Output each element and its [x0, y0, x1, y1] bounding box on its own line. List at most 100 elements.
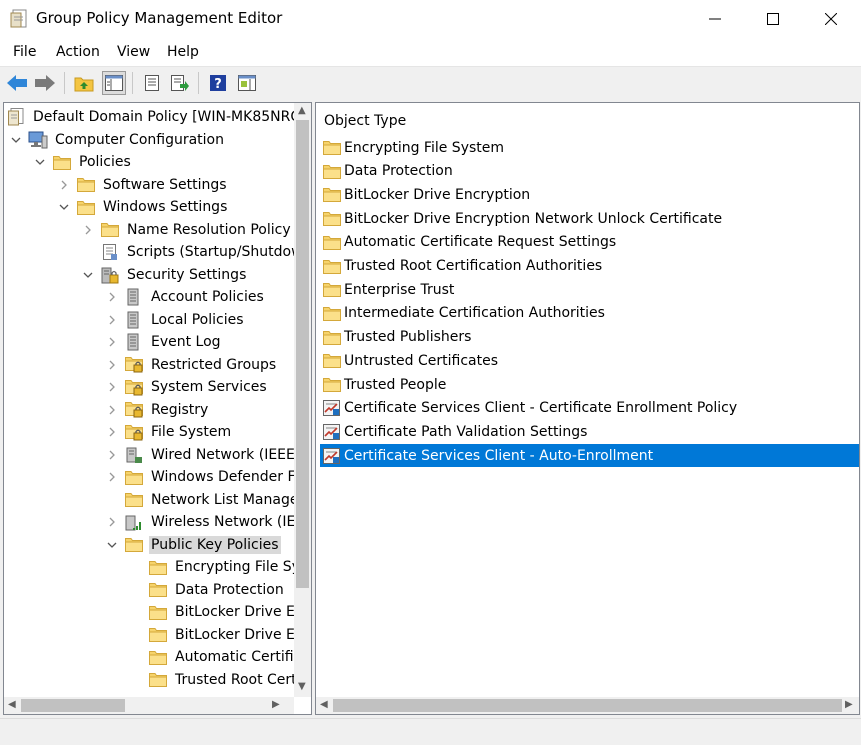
scroll-down-icon[interactable]: ▼ [298, 681, 306, 692]
list-item-enterprise-trust[interactable]: Enterprise Trust [320, 278, 859, 301]
up-folder-icon[interactable] [72, 71, 96, 95]
list-item-trusted-publishers[interactable]: Trusted Publishers [320, 326, 859, 349]
tree-item-label: Policies [79, 154, 131, 170]
list-horizontal-scrollbar[interactable]: ◀ ▶ [316, 697, 859, 714]
chevron-right-icon[interactable] [106, 381, 118, 393]
chevron-down-icon[interactable] [106, 539, 118, 551]
tree-item-wireless-network-iee[interactable]: Wireless Network (IEE [106, 511, 306, 533]
menu-view[interactable]: View [117, 44, 150, 60]
tree-item-encrypting-file-sy[interactable]: Encrypting File Sy [130, 556, 302, 578]
folder-icon [322, 304, 342, 322]
tree-horizontal-scrollbar[interactable]: ◀ ▶ [4, 697, 294, 714]
tree-item-windows-defender-f[interactable]: Windows Defender F [106, 466, 298, 488]
maximize-button[interactable] [744, 0, 802, 38]
properties-icon[interactable] [140, 71, 164, 95]
server-icon [124, 311, 144, 329]
console-tree[interactable]: Default Domain Policy [WIN-MK85NRQ Comput… [3, 102, 312, 715]
minimize-button[interactable] [686, 0, 744, 38]
tree-item-label: Local Policies [151, 311, 244, 328]
show-action-pane-icon[interactable] [235, 71, 259, 95]
folder-icon [148, 603, 168, 621]
tree-horizontal-scroll-thumb[interactable] [21, 699, 125, 712]
list-horizontal-scroll-thumb[interactable] [333, 699, 842, 712]
tree-item-security-settings[interactable]: Security Settings [82, 264, 248, 286]
tree-item-restricted-groups[interactable]: Restricted Groups [106, 354, 278, 376]
list-item-untrusted-certificates[interactable]: Untrusted Certificates [320, 349, 859, 372]
chevron-right-icon[interactable] [106, 426, 118, 438]
list-item-encrypting-file-system[interactable]: Encrypting File System [320, 136, 859, 159]
list-item-trusted-people[interactable]: Trusted People [320, 373, 859, 396]
close-button[interactable] [802, 0, 860, 38]
scroll-up-icon[interactable]: ▲ [298, 105, 306, 116]
tree-item-name-resolution-policy[interactable]: Name Resolution Policy [82, 219, 293, 241]
scroll-right-icon[interactable]: ▶ [272, 699, 280, 710]
tree-item-account-policies[interactable]: Account Policies [106, 286, 266, 308]
results-pane[interactable]: Object Type Encrypting File System Data P… [315, 102, 860, 715]
scroll-right-icon[interactable]: ▶ [845, 699, 853, 710]
list-item-certificate-services-client-auto-enrollment[interactable]: Certificate Services Client - Auto-Enrol… [320, 444, 859, 468]
chevron-down-icon[interactable] [10, 134, 22, 146]
tree-item-scripts-startup-shutdow[interactable]: Scripts (Startup/Shutdow [82, 241, 305, 263]
folder-icon [322, 328, 342, 346]
menu-help[interactable]: Help [167, 44, 199, 60]
chevron-down-icon[interactable] [34, 156, 46, 168]
list-item-bitlocker-drive-encryption[interactable]: BitLocker Drive Encryption [320, 183, 859, 206]
tree-item-bitlocker-drive-er[interactable]: BitLocker Drive Er [130, 601, 303, 623]
tree-item-data-protection[interactable]: Data Protection [130, 579, 286, 601]
tree-item-label: Default Domain Policy [WIN-MK85NRQ [33, 109, 302, 125]
chevron-right-icon[interactable] [106, 471, 118, 483]
chevron-right-icon[interactable] [106, 291, 118, 303]
list-item-automatic-certificate-request-settings[interactable]: Automatic Certificate Request Settings [320, 231, 859, 254]
tree-item-software-settings[interactable]: Software Settings [58, 174, 229, 196]
list-item-certificate-path-validation-settings[interactable]: Certificate Path Validation Settings [320, 420, 859, 443]
list-item-intermediate-certification-authorities[interactable]: Intermediate Certification Authorities [320, 302, 859, 325]
tree-item-wired-network-ieee[interactable]: Wired Network (IEEE [106, 444, 297, 466]
list-item-data-protection[interactable]: Data Protection [320, 160, 859, 183]
chevron-right-icon[interactable] [106, 314, 118, 326]
back-icon[interactable] [5, 71, 29, 95]
chevron-down-icon[interactable] [58, 201, 70, 213]
list-item-label: Encrypting File System [344, 139, 505, 156]
tree-vertical-scrollbar[interactable]: ▲ ▼ [294, 103, 311, 697]
tree-item-local-policies[interactable]: Local Policies [106, 309, 246, 331]
list-item-bitlocker-drive-encryption-network-unlock-certificate[interactable]: BitLocker Drive Encryption Network Unloc… [320, 207, 859, 230]
tree-vertical-scroll-thumb[interactable] [296, 120, 309, 588]
show-hide-tree-icon[interactable] [102, 71, 126, 95]
tree-item-label: Event Log [151, 334, 221, 350]
status-bar [0, 718, 861, 745]
list-item-trusted-root-certification-authorities[interactable]: Trusted Root Certification Authorities [320, 255, 859, 278]
chevron-down-icon[interactable] [82, 269, 94, 281]
scroll-left-icon[interactable]: ◀ [320, 699, 328, 710]
chevron-right-icon[interactable] [106, 336, 118, 348]
chevron-right-icon[interactable] [106, 359, 118, 371]
tree-item-event-log[interactable]: Event Log [106, 331, 223, 353]
tree-item-default-domain-policy-win-mk85nrq[interactable]: Default Domain Policy [WIN-MK85NRQ [6, 106, 303, 128]
chevron-right-icon[interactable] [106, 449, 118, 461]
tree-item-registry[interactable]: Registry [106, 399, 210, 421]
help-icon[interactable]: ? [206, 71, 230, 95]
tree-item-trusted-root-cert[interactable]: Trusted Root Cert [130, 669, 299, 691]
chevron-right-icon[interactable] [106, 516, 118, 528]
tree-item-system-services[interactable]: System Services [106, 376, 269, 398]
list-item-certificate-services-client-certificate-enrollment-policy[interactable]: Certificate Services Client - Certificat… [320, 397, 859, 420]
tree-item-public-key-policies[interactable]: Public Key Policies [106, 534, 281, 556]
menu-file[interactable]: File [13, 44, 36, 60]
tree-item-bitlocker-drive-er[interactable]: BitLocker Drive Er [130, 624, 303, 646]
folder-icon [322, 376, 342, 394]
menu-action[interactable]: Action [56, 44, 100, 60]
tree-item-policies[interactable]: Policies [34, 151, 133, 173]
export-list-icon[interactable] [168, 71, 192, 95]
tree-item-automatic-certifi[interactable]: Automatic Certifi [130, 646, 296, 668]
scroll-left-icon[interactable]: ◀ [8, 699, 16, 710]
chevron-right-icon[interactable] [58, 179, 70, 191]
tree-item-windows-settings[interactable]: Windows Settings [58, 196, 229, 218]
forward-icon[interactable] [33, 71, 57, 95]
column-header-object-type[interactable]: Object Type [324, 113, 406, 129]
chevron-right-icon[interactable] [82, 224, 94, 236]
tree-item-network-list-manage[interactable]: Network List Manage [106, 489, 300, 511]
chevron-right-icon[interactable] [106, 404, 118, 416]
tree-item-computer-configuration[interactable]: Computer Configuration [10, 129, 226, 151]
tree-item-file-system[interactable]: File System [106, 421, 233, 443]
